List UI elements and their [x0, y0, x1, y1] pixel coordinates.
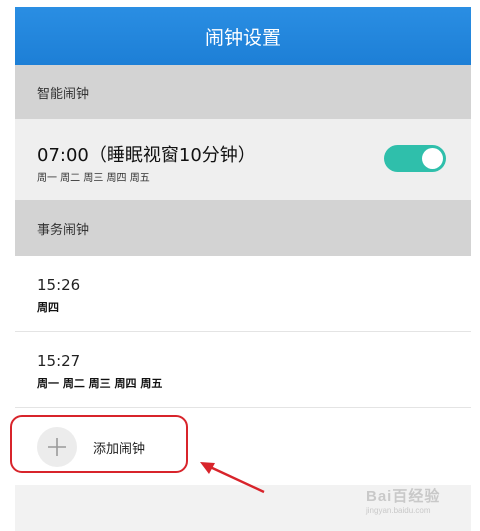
watermark-url: jingyan.baidu.com [366, 506, 431, 515]
watermark-brand: Bai百经验 [366, 488, 441, 505]
watermark: Bai百经验 jingyan.baidu.com [366, 485, 440, 515]
annotation-arrow-icon [200, 462, 265, 494]
